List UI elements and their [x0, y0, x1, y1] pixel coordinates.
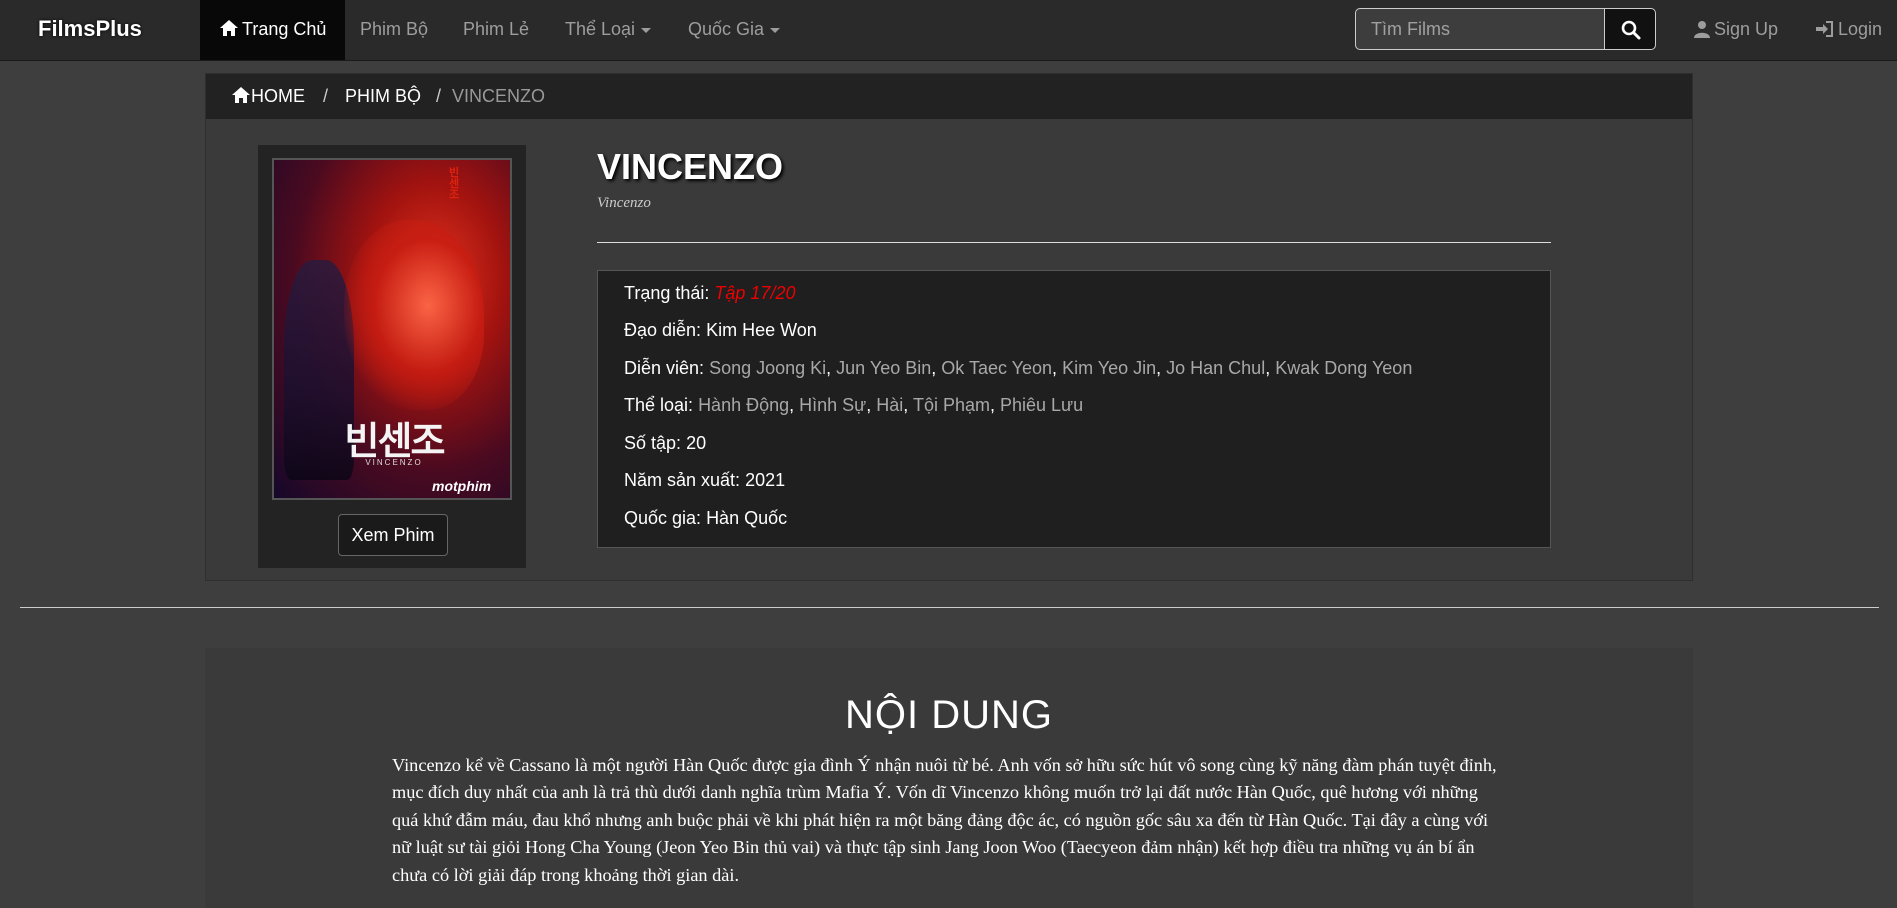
content-body: Vincenzo kể về Cassano là một người Hàn …	[392, 755, 1497, 885]
director-label: Đạo diễn:	[624, 320, 702, 340]
breadcrumb-current: VINCENZO	[452, 86, 546, 106]
info-episodes: Số tập: 20	[624, 433, 706, 454]
poster-figure-man	[344, 220, 484, 410]
signup-label: Sign Up	[1714, 19, 1779, 39]
nav-item-phim-bo-label: Phim Bộ	[360, 19, 429, 39]
breadcrumb-section[interactable]: PHIM BỘ	[345, 74, 421, 119]
brand-logo[interactable]: FilmsPlus	[38, 16, 142, 42]
breadcrumb: HOME / PHIM BỘ / VINCENZO	[206, 74, 1692, 119]
movie-original-title: Vincenzo	[597, 195, 651, 211]
nav-item-phim-le-label: Phim Lẻ	[463, 19, 530, 39]
poster-korean-title: 빈센조	[344, 419, 446, 463]
breadcrumb-separator: /	[323, 86, 329, 106]
nav-item-home[interactable]: Trang Chủ	[200, 0, 346, 60]
genre-link[interactable]: Phiêu Lưu	[1000, 395, 1083, 415]
poster-watermark-logo: motphim	[432, 478, 492, 494]
movie-detail-panel: HOME / PHIM BỘ / VINCENZO 빈센조 빈센조 VINCEN…	[205, 73, 1693, 581]
search-button[interactable]	[1604, 8, 1656, 50]
genre-link[interactable]: Hình Sự	[799, 395, 866, 415]
info-cast: Diễn viên: Song Joong Ki, Jun Yeo Bin, O…	[624, 358, 1413, 378]
search-icon	[1621, 20, 1641, 40]
breadcrumb-home[interactable]: HOME	[231, 74, 305, 119]
status-value: Tập 17/20	[714, 283, 796, 303]
info-country: Quốc gia: Hàn Quốc	[624, 508, 787, 529]
search-input[interactable]	[1355, 8, 1604, 50]
genre-label: Thể loại:	[624, 395, 694, 415]
nav-item-quoc-gia[interactable]: Quốc Gia	[688, 0, 781, 60]
poster-box: 빈센조 빈센조 VINCENZO motphim Xem Phim	[258, 145, 526, 568]
episodes-label: Số tập:	[624, 433, 682, 453]
login-icon	[1816, 21, 1833, 37]
info-director: Đạo diễn: Kim Hee Won	[624, 320, 817, 341]
login-link[interactable]: Login	[1815, 0, 1882, 58]
genre-link[interactable]: Hài	[876, 395, 903, 415]
signup-link[interactable]: Sign Up	[1693, 0, 1778, 58]
user-icon	[1694, 21, 1710, 38]
divider	[597, 242, 1551, 243]
cast-link[interactable]: Jo Han Chul	[1166, 358, 1265, 378]
info-year: Năm sản xuất: 2021	[624, 470, 785, 491]
info-genre: Thể loại: Hành Động, Hình Sự, Hài, Tội P…	[624, 395, 1084, 415]
info-status: Trạng thái: Tập 17/20	[624, 283, 795, 304]
episodes-value: 20	[686, 433, 707, 453]
content-heading: NỘI DUNG	[845, 693, 1053, 737]
watch-button[interactable]: Xem Phim	[338, 514, 448, 556]
nav-item-home-label: Trang Chủ	[242, 19, 327, 39]
nav-item-phim-bo[interactable]: Phim Bộ	[360, 0, 428, 60]
cast-link[interactable]: Song Joong Ki	[709, 358, 826, 378]
year-value: 2021	[745, 470, 786, 490]
status-label: Trạng thái:	[624, 283, 710, 303]
section-divider	[20, 607, 1879, 608]
genre-link[interactable]: Tội Phạm	[913, 395, 990, 415]
poster-mini-title: 빈센조	[449, 167, 460, 201]
login-label: Login	[1838, 19, 1883, 39]
breadcrumb-home-label: HOME	[251, 86, 305, 106]
movie-info-box: Trạng thái: Tập 17/20 Đạo diễn: Kim Hee …	[597, 270, 1551, 548]
director-value: Kim Hee Won	[706, 320, 817, 340]
country-label: Quốc gia:	[624, 508, 702, 528]
movie-title: VINCENZO	[597, 146, 784, 187]
cast-link[interactable]: Jun Yeo Bin	[836, 358, 931, 378]
cast-label: Diễn viên:	[624, 358, 705, 378]
nav-item-phim-le[interactable]: Phim Lẻ	[463, 0, 529, 60]
poster-english-title: VINCENZO	[365, 458, 423, 467]
nav-item-the-loai[interactable]: Thể Loại	[565, 0, 652, 60]
nav-item-the-loai-label: Thể Loại	[565, 19, 636, 39]
chevron-down-icon	[641, 27, 652, 33]
chevron-down-icon	[770, 27, 781, 33]
genre-link[interactable]: Hành Động	[698, 395, 789, 415]
year-label: Năm sản xuất:	[624, 470, 741, 490]
breadcrumb-separator: /	[436, 86, 442, 106]
nav-item-quoc-gia-label: Quốc Gia	[688, 19, 765, 39]
country-value: Hàn Quốc	[706, 508, 788, 528]
home-icon	[219, 2, 239, 60]
movie-poster[interactable]: 빈센조 빈센조 VINCENZO motphim	[272, 158, 512, 500]
search-form	[1355, 8, 1656, 50]
home-icon	[232, 87, 250, 103]
cast-link[interactable]: Kwak Dong Yeon	[1275, 358, 1412, 378]
navbar: FilmsPlus Trang Chủ Phim Bộ Phim Lẻ Thể …	[0, 0, 1897, 61]
cast-link[interactable]: Kim Yeo Jin	[1062, 358, 1156, 378]
content-panel: NỘI DUNG Vincenzo kể về Cassano là một n…	[205, 648, 1693, 908]
cast-link[interactable]: Ok Taec Yeon	[941, 358, 1052, 378]
